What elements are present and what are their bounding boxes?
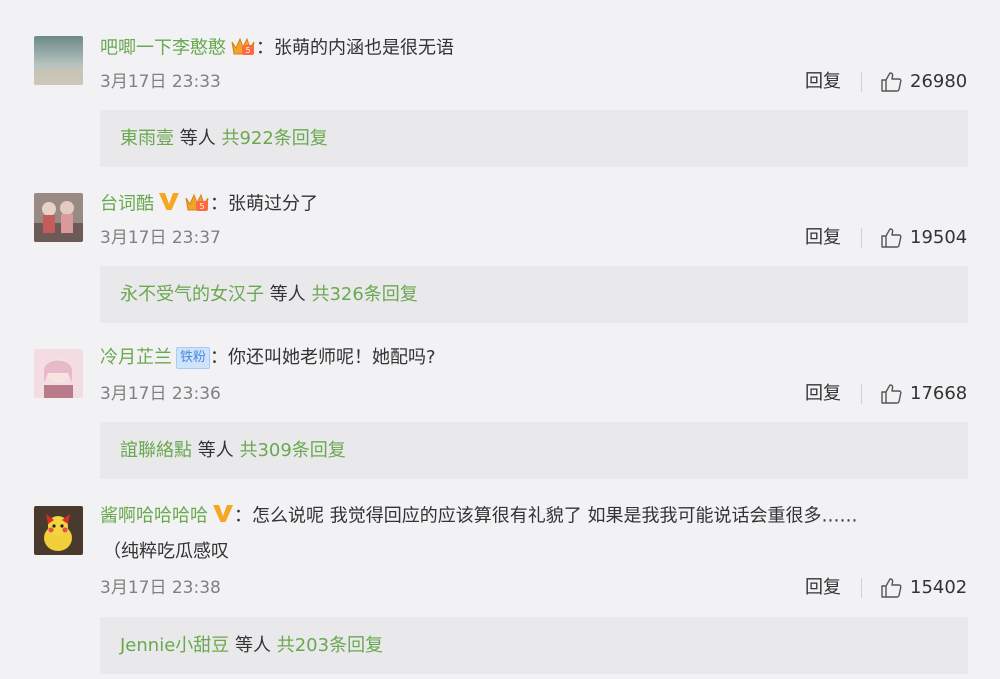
colon: ： — [256, 37, 274, 59]
crown-badge-icon[interactable]: 5 — [230, 34, 256, 63]
comment-date: 3月17日 23:33 — [100, 72, 221, 92]
thumbs-up-icon — [881, 72, 902, 92]
divider — [861, 228, 862, 248]
reply-count-link[interactable]: 共203条回复 — [277, 635, 383, 656]
comment-text-line2: （纯粹吃瓜感叹 — [103, 540, 229, 564]
comment-line: 吧唧一下李憨憨 5 ：张萌的内涵也是很无语 — [100, 34, 454, 59]
reply-user-link[interactable]: 永不受气的女汉子 — [120, 284, 264, 305]
reply-user-link[interactable]: 誼聯絡點 — [120, 440, 192, 461]
reply-user-link[interactable]: Jennie小甜豆 — [120, 635, 229, 656]
username-link[interactable]: 台词酷 — [100, 194, 154, 215]
reply-button[interactable]: 回复 — [805, 577, 841, 599]
colon: ： — [210, 347, 229, 368]
avatar[interactable] — [34, 506, 83, 555]
reply-count-link[interactable]: 共922条回复 — [221, 128, 327, 149]
reply-summary[interactable]: 永不受气的女汉子 等人 共326条回复 — [100, 266, 968, 323]
comment-text-continued: （纯粹吃瓜感叹 — [103, 541, 229, 562]
comment-date: 3月17日 23:38 — [100, 578, 221, 598]
comment-text: 你还叫她老师呢！她配吗? — [228, 347, 436, 368]
reply-button[interactable]: 回复 — [805, 227, 841, 249]
svg-text:5: 5 — [245, 46, 250, 55]
divider — [861, 384, 862, 404]
crown-badge-icon[interactable]: 5 — [184, 190, 210, 219]
reply-summary[interactable]: 東雨壹 等人 共922条回复 — [100, 110, 968, 167]
verified-v-icon[interactable] — [212, 503, 234, 530]
verified-v-icon[interactable] — [158, 191, 180, 218]
username-link[interactable]: 酱啊哈哈哈哈 — [100, 506, 208, 527]
username-link[interactable]: 冷月芷兰 — [100, 347, 172, 368]
avatar[interactable] — [34, 36, 83, 85]
divider — [861, 578, 862, 598]
svg-text:5: 5 — [199, 202, 204, 211]
colon: ： — [234, 505, 252, 527]
reply-summary-mid: 等人 — [192, 440, 240, 461]
comment-text: 张萌的内涵也是很无语 — [274, 37, 454, 59]
comment-line: 冷月芷兰 铁粉 ：你还叫她老师呢！她配吗? — [100, 346, 436, 370]
like-count: 26980 — [910, 71, 968, 92]
comment-date: 3月17日 23:37 — [100, 228, 221, 248]
reply-summary-mid: 等人 — [229, 635, 277, 656]
divider — [861, 72, 862, 92]
avatar[interactable] — [34, 193, 83, 242]
reply-summary-mid: 等人 — [264, 284, 312, 305]
reply-count-link[interactable]: 共326条回复 — [311, 284, 417, 305]
comment-text: 张萌过分了 — [228, 193, 318, 215]
like-button[interactable]: 19504 — [880, 227, 967, 249]
thumbs-up-icon — [881, 384, 902, 404]
thumbs-up-icon — [881, 228, 902, 248]
reply-count-link[interactable]: 共309条回复 — [239, 440, 345, 461]
username-link[interactable]: 吧唧一下李憨憨 — [100, 38, 226, 59]
colon: ： — [210, 193, 228, 215]
like-button[interactable]: 26980 — [880, 71, 967, 93]
comment-line: 台词酷 5 ：张萌过分了 — [100, 190, 318, 215]
like-count: 17668 — [910, 383, 968, 404]
fan-badge[interactable]: 铁粉 — [176, 347, 211, 369]
comment-text: 怎么说呢 我觉得回应的应该算很有礼貌了 如果是我我可能说话会重很多…… — [252, 505, 858, 527]
reply-summary-mid: 等人 — [174, 128, 222, 149]
reply-button[interactable]: 回复 — [805, 71, 841, 93]
reply-button[interactable]: 回复 — [805, 383, 841, 405]
like-button[interactable]: 17668 — [880, 383, 967, 405]
comment-date: 3月17日 23:36 — [100, 384, 221, 404]
like-count: 19504 — [910, 227, 968, 248]
like-button[interactable]: 15402 — [880, 577, 967, 599]
reply-summary[interactable]: Jennie小甜豆 等人 共203条回复 — [100, 617, 968, 674]
like-count: 15402 — [910, 577, 968, 598]
thumbs-up-icon — [881, 578, 902, 598]
reply-user-link[interactable]: 東雨壹 — [120, 128, 174, 149]
comment-line: 酱啊哈哈哈哈 ：怎么说呢 我觉得回应的应该算很有礼貌了 如果是我我可能说话会重很… — [100, 503, 857, 527]
avatar[interactable] — [34, 349, 83, 398]
reply-summary[interactable]: 誼聯絡點 等人 共309条回复 — [100, 422, 968, 479]
